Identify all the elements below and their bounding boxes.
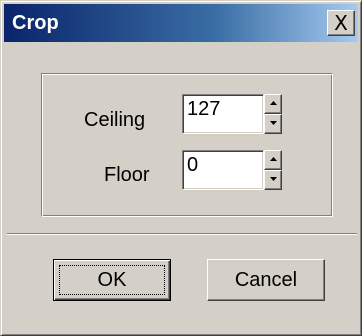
separator-line — [7, 233, 357, 235]
crop-settings-group: Ceiling 127 Floor 0 — [41, 73, 333, 217]
cancel-button-label: Cancel — [234, 269, 298, 291]
ceiling-input[interactable]: 127 — [182, 94, 264, 134]
triangle-down-icon — [270, 177, 277, 181]
close-button[interactable]: X — [327, 10, 355, 36]
floor-spin-up-button[interactable] — [264, 150, 282, 170]
ceiling-spin-down-button[interactable] — [264, 114, 282, 134]
ok-button[interactable]: OK — [53, 259, 171, 301]
dialog-title: Crop — [12, 12, 59, 34]
floor-input[interactable]: 0 — [182, 150, 264, 190]
ceiling-spin-up-button[interactable] — [264, 94, 282, 114]
crop-dialog: Crop X Ceiling 127 Floor 0 OK Cancel — [0, 0, 362, 336]
floor-label: Floor — [104, 164, 150, 186]
close-icon: X — [334, 11, 348, 35]
triangle-up-icon — [270, 101, 277, 105]
cancel-button[interactable]: Cancel — [207, 259, 325, 301]
triangle-up-icon — [270, 157, 277, 161]
ceiling-label: Ceiling — [84, 109, 146, 131]
triangle-down-icon — [270, 121, 277, 125]
ok-button-label: OK — [97, 269, 127, 291]
title-bar[interactable]: Crop X — [4, 4, 358, 42]
floor-spin-down-button[interactable] — [264, 170, 282, 190]
